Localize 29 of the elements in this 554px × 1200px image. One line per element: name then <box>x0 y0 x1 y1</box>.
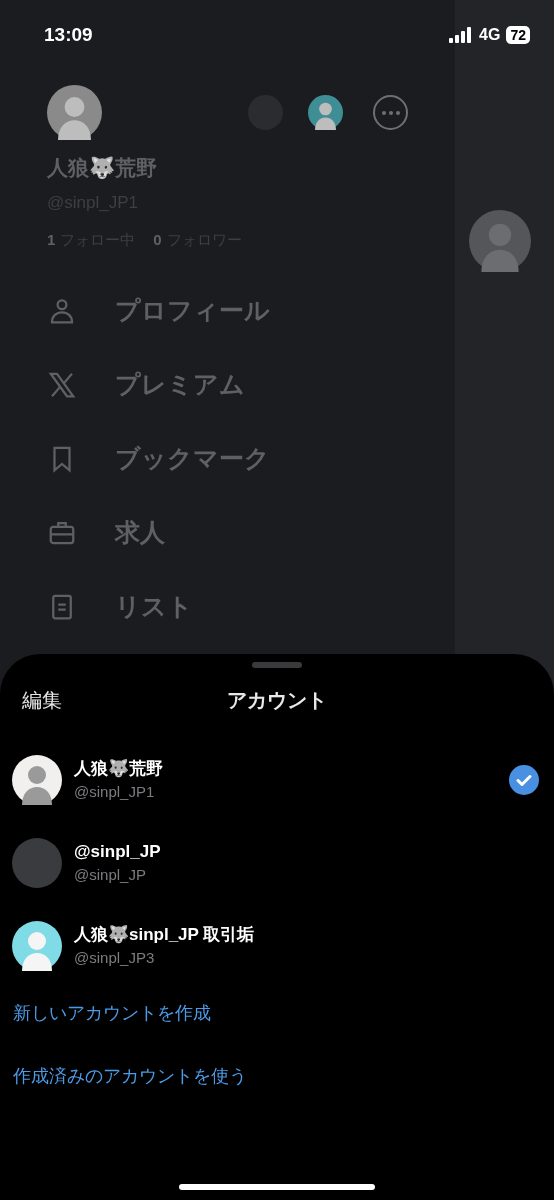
account-name: @sinpl_JP <box>74 840 162 863</box>
avatar <box>12 754 62 805</box>
signal-icon <box>449 27 474 43</box>
account-name: 人狼🐺荒野 <box>74 757 164 780</box>
avatar <box>308 95 343 130</box>
status-time: 13:09 <box>44 22 93 47</box>
edit-button[interactable]: 編集 <box>22 685 62 715</box>
following-count: 1 <box>47 230 56 250</box>
followers-count: 0 <box>153 230 162 250</box>
avatar <box>12 920 62 971</box>
account-handle: @sinpl_JP3 <box>74 947 156 968</box>
action-link[interactable]: 作成済みのアカウントを使う <box>13 1064 554 1089</box>
network-label: 4G <box>479 25 501 45</box>
avatar <box>47 85 102 140</box>
more-icon <box>381 110 400 115</box>
avatar <box>12 837 62 888</box>
account-handle: @sinpl_JP <box>74 864 147 885</box>
account-row[interactable]: 人狼🐺sinpl_JP 取引垢 @sinpl_JP3 <box>0 904 554 987</box>
avatar <box>469 210 531 272</box>
action-link[interactable]: 新しいアカウントを作成 <box>13 1001 554 1026</box>
account-row[interactable]: 人狼🐺荒野 @sinpl_JP1 <box>0 738 554 821</box>
profile-name: 人狼🐺荒野 <box>47 155 158 181</box>
battery-icon: 72 <box>506 26 530 44</box>
sheet-title: アカウント <box>227 688 327 713</box>
more-button[interactable] <box>373 95 408 130</box>
account-name: 人狼🐺sinpl_JP 取引垢 <box>74 923 256 946</box>
account-handle: @sinpl_JP1 <box>74 781 156 802</box>
account-row[interactable]: @sinpl_JP @sinpl_JP <box>0 821 554 904</box>
drag-handle[interactable] <box>252 662 302 668</box>
